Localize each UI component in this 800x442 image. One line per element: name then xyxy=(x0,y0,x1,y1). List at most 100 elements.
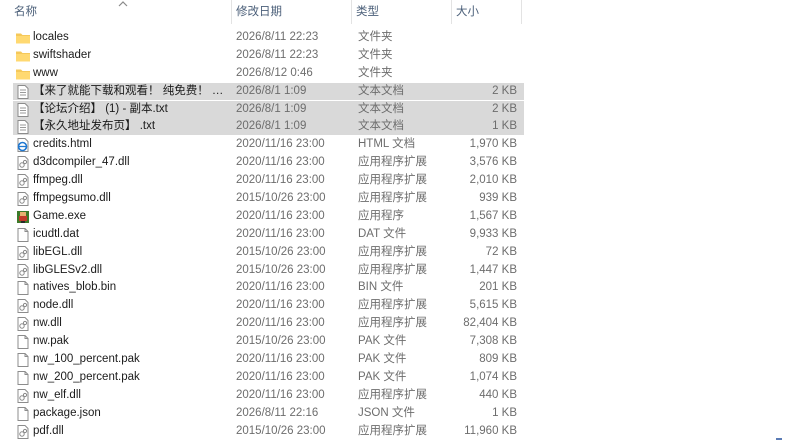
file-row[interactable]: ffmpegsumo.dll 2015/10/26 23:00 应用程序扩展 939 … xyxy=(0,190,800,208)
file-row[interactable]: d3dcompiler_47.dll 2020/11/16 23:00 应用程序扩展… xyxy=(0,154,800,172)
file-name: package.json xyxy=(33,406,101,419)
file-row[interactable]: 【永久地址发布页】 .txt 2026/8/1 1:09 文本文档 1 KB xyxy=(0,118,800,136)
file-size: 82,404 KB xyxy=(463,317,517,330)
file-row[interactable]: ffmpeg.dll 2020/11/16 23:00 应用程序扩展 2,010 KB xyxy=(0,172,800,190)
file-size: 72 KB xyxy=(485,245,517,258)
file-row[interactable]: swiftshader 2026/8/11 22:23 文件夹 xyxy=(0,47,800,65)
text-document-icon xyxy=(15,83,31,101)
file-size: 3,576 KB xyxy=(469,156,517,169)
file-modified-date: 2026/8/11 22:23 xyxy=(236,48,319,61)
file-modified-date: 2020/11/16 23:00 xyxy=(236,281,325,294)
file-list: locales 2026/8/11 22:23 文件夹 swiftshader 2026… xyxy=(0,29,800,440)
file-name: libEGL.dll xyxy=(33,245,83,258)
browser-icon xyxy=(15,136,31,154)
file-modified-date: 2026/8/1 1:09 xyxy=(236,102,307,115)
file-row[interactable]: libEGL.dll 2015/10/26 23:00 应用程序扩展 72 KB xyxy=(0,244,800,262)
file-row[interactable]: credits.html 2020/11/16 23:00 HTML 文档 1,970… xyxy=(0,136,800,154)
blank-file-icon xyxy=(15,333,31,351)
file-row[interactable]: libGLESv2.dll 2015/10/26 23:00 应用程序扩展 1,447… xyxy=(0,262,800,280)
file-row[interactable]: nw_100_percent.pak 2020/11/16 23:00 PAK 文件… xyxy=(0,351,800,369)
file-size: 2 KB xyxy=(492,102,517,115)
file-modified-date: 2020/11/16 23:00 xyxy=(236,209,325,222)
file-name: node.dll xyxy=(33,299,74,312)
file-row[interactable]: 【论坛介绍】 (1) - 副本.txt 2026/8/1 1:09 文本文档 2 KB xyxy=(0,100,800,119)
file-size: 201 KB xyxy=(479,281,517,294)
file-modified-date: 2020/11/16 23:00 xyxy=(236,370,325,383)
dll-file-icon xyxy=(15,262,31,280)
file-row[interactable]: pdf.dll 2015/10/26 23:00 应用程序扩展 11,960 KB xyxy=(0,423,800,441)
file-modified-date: 2015/10/26 23:00 xyxy=(236,424,326,437)
blank-file-icon xyxy=(15,405,31,423)
file-size: 7,308 KB xyxy=(469,335,517,348)
resize-grip[interactable] xyxy=(776,438,782,440)
file-name: 【来了就能下载和观看！ 纯免费！ 】 - 副... xyxy=(33,84,229,97)
file-name: ffmpeg.dll xyxy=(33,174,83,187)
file-size: 9,933 KB xyxy=(469,227,517,240)
dll-file-icon xyxy=(15,154,31,172)
file-size: 1 KB xyxy=(492,120,517,133)
file-name: nw_200_percent.pak xyxy=(33,370,140,383)
file-modified-date: 2026/8/1 1:09 xyxy=(236,120,307,133)
file-name: icudtl.dat xyxy=(33,227,80,240)
file-modified-date: 2020/11/16 23:00 xyxy=(236,156,325,169)
file-row[interactable]: nw.dll 2020/11/16 23:00 应用程序扩展 82,404 KB xyxy=(0,315,800,333)
file-modified-date: 2026/8/1 1:09 xyxy=(236,84,307,97)
file-row[interactable]: icudtl.dat 2020/11/16 23:00 DAT 文件 9,933 KB xyxy=(0,226,800,244)
file-name: natives_blob.bin xyxy=(33,281,117,294)
file-size: 2 KB xyxy=(492,84,517,97)
blank-file-icon xyxy=(15,279,31,297)
blank-file-icon xyxy=(15,369,31,387)
file-row[interactable]: Game.exe 2020/11/16 23:00 应用程序 1,567 KB xyxy=(0,208,800,226)
dll-file-icon xyxy=(15,190,31,208)
file-name: nw.dll xyxy=(33,317,62,330)
text-document-icon xyxy=(15,101,31,119)
file-row[interactable]: nw_elf.dll 2020/11/16 23:00 应用程序扩展 440 KB xyxy=(0,387,800,405)
file-name: locales xyxy=(33,31,69,43)
column-header-size[interactable]: 大小 xyxy=(452,0,522,24)
folder-icon xyxy=(15,65,31,83)
file-name: nw_elf.dll xyxy=(33,388,81,401)
file-size: 1,074 KB xyxy=(469,370,517,383)
file-size: 2,010 KB xyxy=(469,174,517,187)
file-name: www xyxy=(33,66,58,79)
file-name: ffmpegsumo.dll xyxy=(33,192,111,205)
folder-icon xyxy=(15,29,31,47)
text-document-icon xyxy=(15,118,31,136)
file-row[interactable]: node.dll 2020/11/16 23:00 应用程序扩展 5,615 KB xyxy=(0,297,800,315)
dll-file-icon xyxy=(15,172,31,190)
file-size: 1,567 KB xyxy=(469,209,517,222)
file-row[interactable]: nw.pak 2015/10/26 23:00 PAK 文件 7,308 KB xyxy=(0,333,800,351)
column-header-bar: 名称 修改日期 类型 大小 xyxy=(0,0,800,26)
file-size: 1,447 KB xyxy=(469,263,517,276)
file-size: 1 KB xyxy=(492,406,517,419)
dll-file-icon xyxy=(15,244,31,262)
column-header-type[interactable]: 类型 xyxy=(352,0,452,24)
dll-file-icon xyxy=(15,387,31,405)
file-modified-date: 2026/8/11 22:16 xyxy=(236,406,319,419)
file-modified-date: 2020/11/16 23:00 xyxy=(236,388,325,401)
blank-file-icon xyxy=(15,351,31,369)
file-name: libGLESv2.dll xyxy=(33,263,103,276)
file-name: pdf.dll xyxy=(33,424,64,437)
file-row[interactable]: natives_blob.bin 2020/11/16 23:00 BIN 文件 20… xyxy=(0,279,800,297)
file-size xyxy=(440,65,517,83)
folder-icon xyxy=(15,47,31,65)
file-name: swiftshader xyxy=(33,48,92,61)
file-size: 5,615 KB xyxy=(469,299,517,312)
file-modified-date: 2020/11/16 23:00 xyxy=(236,353,325,366)
column-header-date[interactable]: 修改日期 xyxy=(232,0,352,24)
file-row[interactable]: locales 2026/8/11 22:23 文件夹 xyxy=(0,29,800,47)
file-modified-date: 2015/10/26 23:00 xyxy=(236,245,326,258)
file-row[interactable]: 【来了就能下载和观看！ 纯免费！ 】 - 副...2026/8/1 1:09文本… xyxy=(0,82,800,101)
file-modified-date: 2020/11/16 23:00 xyxy=(236,227,325,240)
file-name: Game.exe xyxy=(33,209,87,222)
file-size: 440 KB xyxy=(479,388,517,401)
dll-file-icon xyxy=(15,297,31,315)
file-modified-date: 2015/10/26 23:00 xyxy=(236,263,326,276)
file-row[interactable]: package.json 2026/8/11 22:16 JSON 文件 1 KB xyxy=(0,405,800,423)
game-app-icon xyxy=(15,208,31,226)
file-row[interactable]: nw_200_percent.pak 2020/11/16 23:00 PAK 文件… xyxy=(0,369,800,387)
file-name: 【论坛介绍】 (1) - 副本.txt xyxy=(33,102,168,115)
file-size: 1,970 KB xyxy=(469,138,517,151)
file-row[interactable]: www 2026/8/12 0:46 文件夹 xyxy=(0,65,800,83)
